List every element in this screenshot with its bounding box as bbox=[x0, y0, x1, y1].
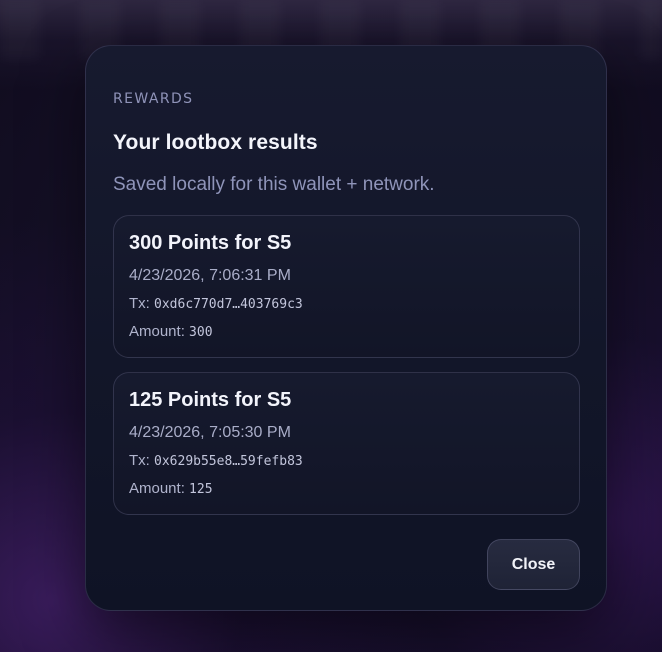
tx-hash: 0xd6c770d7…403769c3 bbox=[154, 297, 303, 312]
close-button[interactable]: Close bbox=[487, 539, 580, 590]
rewards-modal: REWARDS Your lootbox results Saved local… bbox=[85, 45, 607, 611]
tx-label: Tx: bbox=[129, 452, 150, 469]
modal-eyebrow: REWARDS bbox=[113, 91, 194, 107]
result-tx-row: Tx: 0x629b55e8…59fefb83 bbox=[129, 452, 303, 469]
amount-label: Amount: bbox=[129, 323, 185, 340]
result-tx-row: Tx: 0xd6c770d7…403769c3 bbox=[129, 295, 303, 312]
tx-label: Tx: bbox=[129, 295, 150, 312]
amount-label: Amount: bbox=[129, 480, 185, 497]
result-title: 300 Points for S5 bbox=[129, 232, 292, 254]
result-card: 300 Points for S5 4/23/2026, 7:06:31 PM … bbox=[113, 215, 580, 358]
result-timestamp: 4/23/2026, 7:05:30 PM bbox=[129, 424, 291, 441]
result-timestamp: 4/23/2026, 7:06:31 PM bbox=[129, 267, 291, 284]
result-title: 125 Points for S5 bbox=[129, 389, 292, 411]
result-card: 125 Points for S5 4/23/2026, 7:05:30 PM … bbox=[113, 372, 580, 515]
modal-subtitle: Saved locally for this wallet + network. bbox=[113, 174, 435, 195]
amount-value: 300 bbox=[189, 325, 213, 340]
result-amount-row: Amount: 125 bbox=[129, 480, 213, 497]
result-amount-row: Amount: 300 bbox=[129, 323, 213, 340]
amount-value: 125 bbox=[189, 482, 213, 497]
tx-hash: 0x629b55e8…59fefb83 bbox=[154, 454, 303, 469]
modal-title: Your lootbox results bbox=[113, 131, 318, 154]
